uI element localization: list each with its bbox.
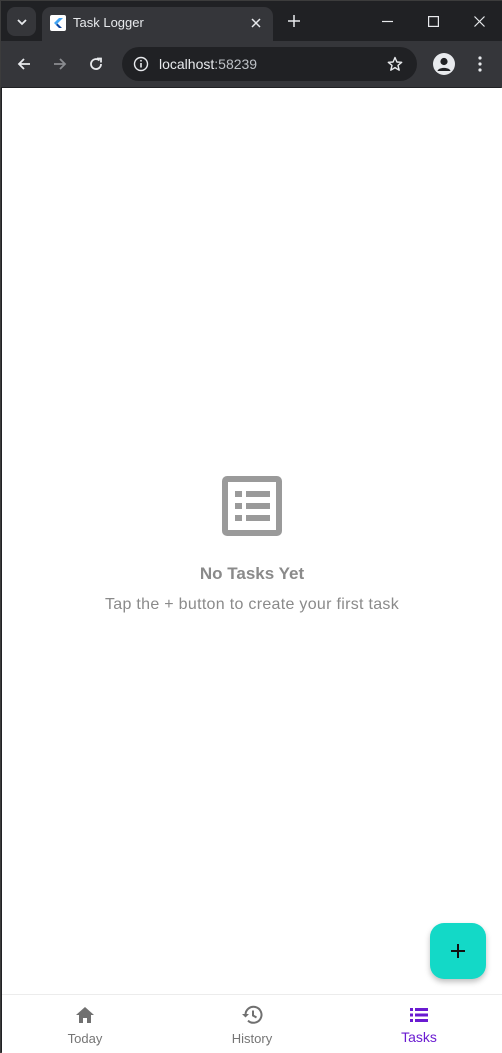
browser-menu-button[interactable] bbox=[471, 53, 489, 75]
close-window-button[interactable] bbox=[456, 1, 502, 41]
close-icon bbox=[251, 18, 261, 28]
browser-tab[interactable]: Task Logger bbox=[42, 7, 273, 41]
bottom-navigation: Today History Tasks bbox=[2, 994, 502, 1053]
new-tab-button[interactable] bbox=[283, 10, 305, 32]
back-button[interactable] bbox=[11, 51, 37, 77]
plus-icon bbox=[288, 15, 300, 27]
nav-item-history[interactable]: History bbox=[169, 995, 335, 1053]
nav-item-tasks[interactable]: Tasks bbox=[336, 995, 502, 1053]
app-page: No Tasks Yet Tap the + button to create … bbox=[2, 88, 502, 1053]
url-text: localhost:58239 bbox=[159, 56, 257, 72]
plus-icon bbox=[451, 944, 465, 958]
site-info-button[interactable] bbox=[130, 53, 152, 75]
tab-close-button[interactable] bbox=[247, 14, 265, 32]
chevron-down-icon bbox=[16, 18, 27, 25]
title-bar: Task Logger bbox=[1, 1, 502, 41]
info-icon bbox=[133, 56, 149, 72]
nav-label-today: Today bbox=[67, 1031, 103, 1046]
close-icon bbox=[473, 15, 485, 27]
nav-label-tasks: Tasks bbox=[401, 1029, 437, 1045]
home-icon bbox=[2, 1004, 168, 1026]
arrow-left-icon bbox=[17, 58, 30, 70]
list-icon bbox=[336, 1004, 502, 1026]
profile-button[interactable] bbox=[433, 53, 455, 75]
empty-state-title: No Tasks Yet bbox=[199, 564, 305, 583]
tab-title: Task Logger bbox=[73, 15, 144, 30]
url-port: :58239 bbox=[214, 56, 258, 72]
star-icon bbox=[387, 56, 403, 71]
maximize-icon bbox=[427, 15, 439, 27]
flutter-favicon-icon bbox=[50, 15, 66, 31]
bookmark-button[interactable] bbox=[385, 54, 405, 74]
tab-search-button[interactable] bbox=[7, 7, 36, 36]
browser-toolbar: localhost:58239 bbox=[1, 41, 502, 87]
empty-state-subtitle: Tap the + button to create your first ta… bbox=[104, 596, 400, 613]
avatar-icon bbox=[437, 57, 451, 71]
list-icon bbox=[222, 476, 282, 536]
forward-button[interactable] bbox=[47, 51, 73, 77]
history-icon bbox=[169, 1004, 335, 1026]
add-task-button[interactable] bbox=[430, 923, 486, 979]
minimize-icon bbox=[381, 20, 393, 22]
arrow-right-icon bbox=[54, 58, 67, 70]
nav-item-today[interactable]: Today bbox=[2, 995, 168, 1053]
browser-window: Task Logger localhost:58239 No Tasks Yet… bbox=[0, 0, 502, 1053]
minimize-button[interactable] bbox=[364, 1, 410, 41]
reload-button[interactable] bbox=[83, 51, 109, 77]
maximize-button[interactable] bbox=[410, 1, 456, 41]
address-bar[interactable]: localhost:58239 bbox=[122, 47, 417, 81]
more-vert-icon bbox=[478, 56, 482, 72]
reload-icon bbox=[90, 57, 102, 70]
url-host: localhost bbox=[159, 56, 215, 72]
nav-label-history: History bbox=[231, 1031, 273, 1046]
